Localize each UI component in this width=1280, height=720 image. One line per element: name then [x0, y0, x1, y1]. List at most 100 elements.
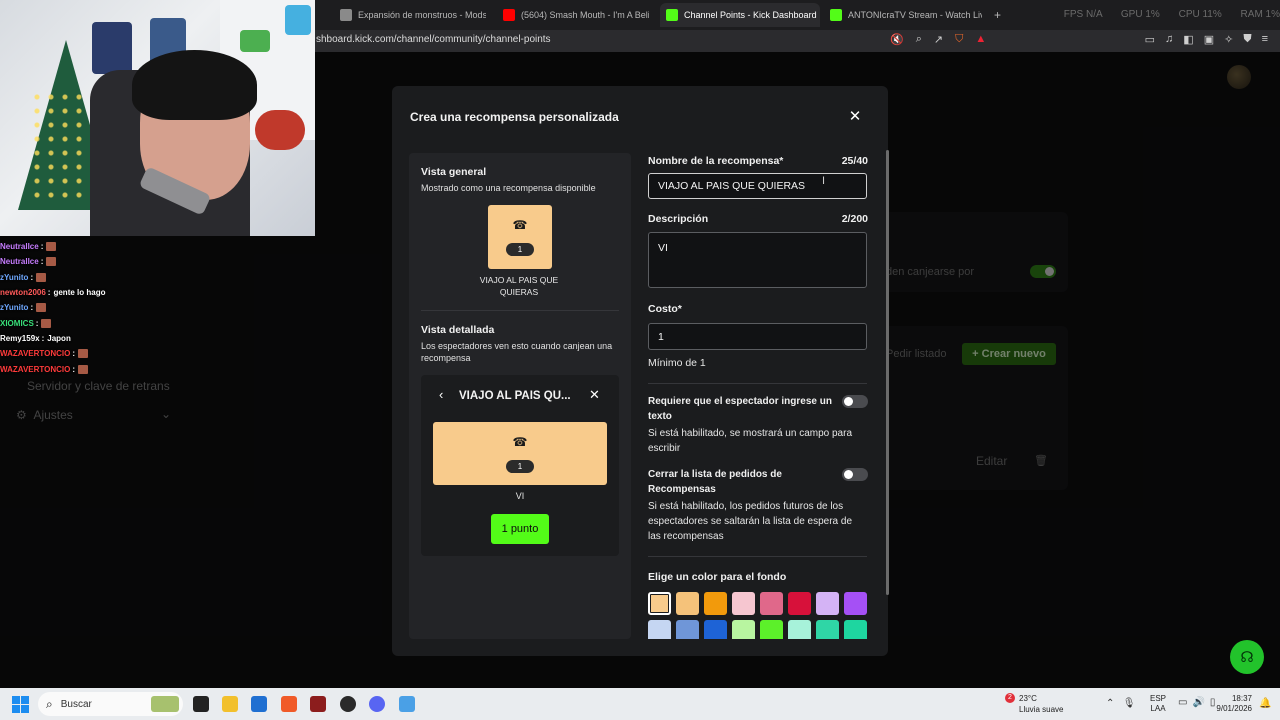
lang-layout: LAA — [1150, 704, 1166, 713]
gift-icon: ☎ — [512, 218, 528, 232]
color-swatch[interactable] — [760, 620, 783, 639]
vpn-icon[interactable]: ⛊ — [1243, 33, 1251, 46]
emote-icon — [36, 272, 47, 282]
taskbar-search[interactable]: ⌕ Buscar — [38, 692, 183, 716]
color-swatch[interactable] — [648, 620, 671, 639]
color-swatch[interactable] — [844, 592, 867, 615]
gift-icon: ☎ — [512, 435, 528, 449]
discord-icon[interactable] — [369, 696, 385, 712]
tab-antonicratv[interactable]: ANTONIcraTV Stream - Watch Live o — [824, 3, 982, 27]
menu-icon[interactable]: ≡ — [1262, 33, 1268, 46]
wallet-icon[interactable]: ▣ — [1204, 33, 1214, 46]
redeem-button[interactable]: 1 punto — [491, 514, 549, 544]
chat-username[interactable]: Remy159x — [0, 334, 40, 343]
url-field[interactable]: shboard.kick.com/channel/community/chann… — [316, 34, 551, 45]
color-swatch[interactable] — [704, 620, 727, 639]
close-icon[interactable]: ✕ — [589, 387, 600, 403]
back-icon[interactable]: ‹ — [439, 387, 443, 402]
color-swatch[interactable] — [676, 620, 699, 639]
chat-username[interactable]: newton2006 — [0, 288, 46, 297]
form-divider — [648, 556, 867, 557]
alert-icon[interactable]: ▲ — [975, 33, 986, 46]
chat-username[interactable]: XIOMICS — [0, 319, 34, 328]
chat-separator: : — [72, 349, 76, 359]
share-icon[interactable]: ↗ — [934, 33, 943, 46]
form-divider — [648, 383, 867, 384]
support-chat-button[interactable]: ☊ — [1230, 640, 1264, 674]
color-swatch[interactable] — [816, 620, 839, 639]
tab-youtube[interactable]: (5604) Smash Mouth - I'm A Belie — [497, 3, 649, 27]
sidebar-icon[interactable]: ▭ — [1145, 33, 1155, 46]
color-swatch[interactable] — [676, 592, 699, 615]
color-swatch[interactable] — [704, 592, 727, 615]
color-swatch[interactable] — [788, 592, 811, 615]
cost-input[interactable]: 1 — [648, 323, 867, 350]
app-icon[interactable] — [310, 696, 326, 712]
windows-start-icon[interactable] — [12, 696, 29, 713]
address-actions: 🔇 ⌕ ↗ ⛉ ▲ — [890, 33, 986, 46]
notepad-icon[interactable] — [399, 696, 415, 712]
chat-username[interactable]: NeutralIce — [0, 242, 39, 251]
store-icon[interactable] — [251, 696, 267, 712]
chat-username[interactable]: zYunito — [0, 273, 28, 282]
color-swatch[interactable] — [732, 620, 755, 639]
chat-username[interactable]: WAZAVERTONCIO — [0, 365, 70, 374]
chat-separator: : — [47, 288, 51, 298]
modal-title: Crea una recompensa personalizada — [410, 110, 619, 124]
new-tab-button[interactable]: + — [988, 3, 1004, 27]
skip-queue-help: Si está habilitado, los pedidos futuros … — [648, 501, 853, 542]
weather-widget[interactable]: 2 23°C Lluvia suave — [1005, 693, 1063, 715]
skip-queue-toggle[interactable] — [842, 468, 868, 481]
color-swatch[interactable] — [732, 592, 755, 615]
mute-icon[interactable]: 🔇 — [890, 33, 904, 46]
task-view-icon[interactable] — [193, 696, 209, 712]
kick-icon — [830, 9, 842, 21]
tab-mods[interactable]: Expansión de monstruos - Mods - Mi — [334, 3, 486, 27]
clock[interactable]: 18:37 9/01/2026 — [1212, 694, 1252, 714]
reward-card-name: VIAJO AL PAIS QUE QUIERAS — [479, 275, 559, 297]
description-textarea[interactable]: VI — [648, 232, 867, 288]
cpu-stat: CPU 11% — [1178, 9, 1222, 20]
shield-icon[interactable]: ⛉ — [955, 33, 963, 46]
ai-icon[interactable]: ✧ — [1224, 33, 1233, 46]
search-icon: ⌕ — [46, 696, 53, 711]
language-indicator[interactable]: ESP LAA — [1150, 694, 1166, 714]
modal-scrollbar[interactable] — [886, 150, 889, 595]
close-icon[interactable]: ✕ — [847, 107, 863, 125]
chat-separator: : — [30, 303, 34, 313]
fps-stat: FPS N/A — [1063, 9, 1103, 20]
reward-name-input[interactable]: VIAJO AL PAIS QUE QUIERAS — [648, 173, 867, 199]
zoom-icon[interactable]: ⌕ — [916, 33, 922, 46]
file-explorer-icon[interactable] — [222, 696, 238, 712]
notification-bell-icon[interactable]: 🔔 — [1259, 698, 1271, 709]
chat-username[interactable]: NeutralIce — [0, 257, 39, 266]
obs-icon[interactable] — [340, 696, 356, 712]
color-swatch[interactable] — [816, 592, 839, 615]
search-highlight-icon — [151, 696, 179, 712]
toolbar-icons: ▭ ♫ ◧ ▣ ✧ ⛊ ≡ — [1145, 33, 1268, 46]
wc-toy — [255, 110, 305, 150]
color-swatch[interactable] — [648, 592, 671, 615]
brave-icon[interactable] — [281, 696, 297, 712]
chat-overlay: NeutralIce: NeutralIce: zYunito: newton2006… — [0, 239, 200, 377]
tab-channel-points[interactable]: Channel Points - Kick Dashboard ✕ — [660, 3, 820, 27]
color-swatch[interactable] — [760, 592, 783, 615]
chat-username[interactable]: zYunito — [0, 303, 28, 312]
general-view-title: Vista general — [421, 166, 487, 178]
music-icon[interactable]: ♫ — [1165, 33, 1173, 46]
chat-text: Japon — [47, 333, 71, 343]
emote-icon — [78, 364, 89, 374]
tab-label: Channel Points - Kick Dashboard — [684, 10, 817, 20]
preview-divider — [421, 310, 619, 311]
chat-username[interactable]: WAZAVERTONCIO — [0, 349, 70, 358]
color-swatch[interactable] — [844, 620, 867, 639]
color-swatch[interactable] — [788, 620, 811, 639]
weather-badge: 2 — [1005, 693, 1015, 703]
tab-favicon-icon — [340, 9, 352, 21]
chat-separator: : — [72, 364, 76, 374]
name-char-count: 25/40 — [841, 155, 868, 167]
require-text-toggle[interactable] — [842, 395, 868, 408]
gpu-stat: GPU 1% — [1120, 9, 1160, 20]
panel-icon[interactable]: ◧ — [1183, 33, 1193, 46]
tray-icons[interactable]: ⌃ 🎙 — [1106, 698, 1135, 709]
